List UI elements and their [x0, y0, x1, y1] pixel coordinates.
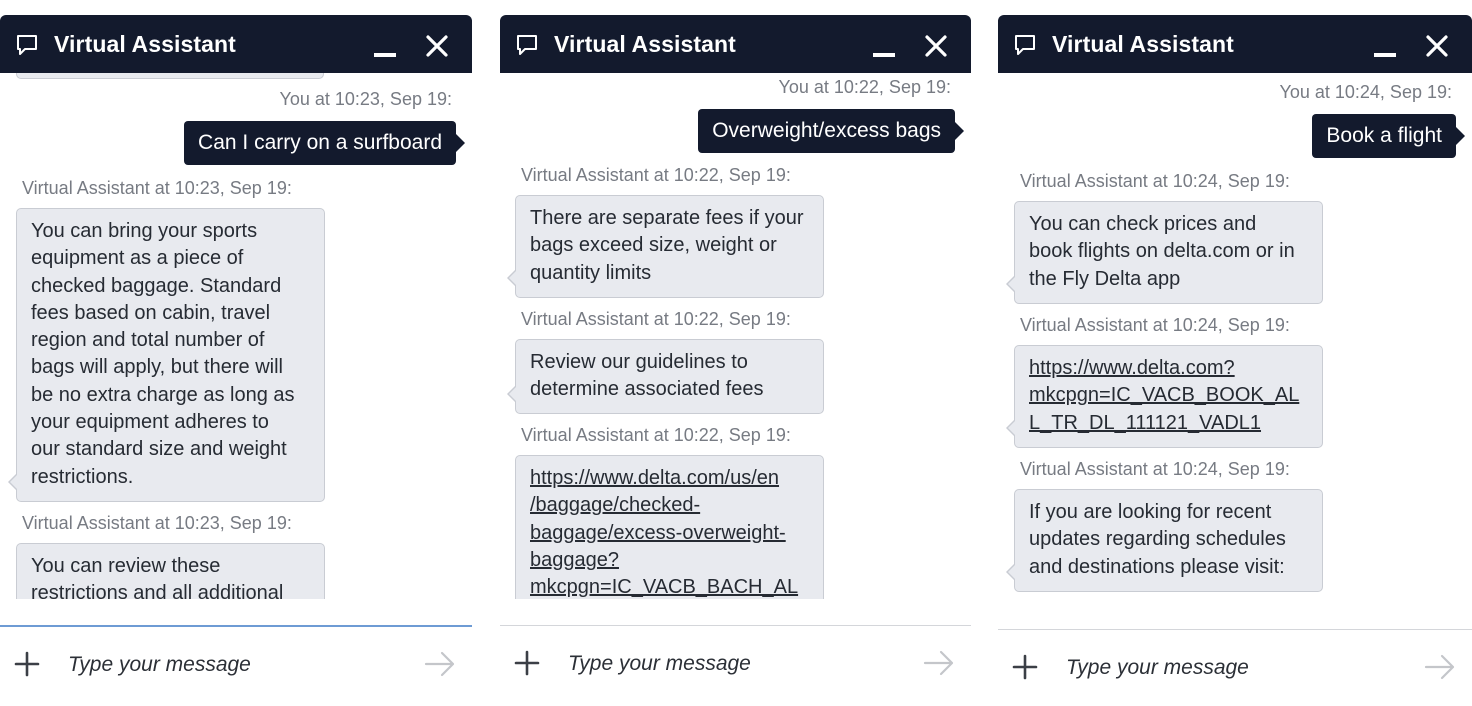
message-meta: Virtual Assistant at 10:22, Sep 19:: [521, 165, 791, 185]
message-meta: You at 10:24, Sep 19:: [1279, 82, 1453, 102]
chat-title: Virtual Assistant: [554, 31, 736, 57]
user-message-bubble: Book a flight: [1312, 114, 1465, 158]
close-icon[interactable]: [1424, 33, 1450, 59]
chat-bubble-icon: [1015, 35, 1035, 55]
message-meta: Virtual Assistant at 10:24, Sep 19:: [1020, 171, 1290, 191]
assistant-message-bubble: You can bring your sports equipment as a…: [8, 208, 325, 502]
message-meta: Virtual Assistant at 10:24, Sep 19:: [1020, 459, 1290, 479]
close-icon[interactable]: [923, 33, 949, 59]
send-arrow-icon[interactable]: [1424, 654, 1456, 680]
minimize-button[interactable]: [1374, 35, 1400, 61]
minimize-icon: [1374, 53, 1396, 57]
message-list[interactable]: You at 10:24, Sep 19: Book a flight Virt…: [998, 73, 1472, 599]
message-input[interactable]: [1066, 650, 1386, 686]
close-icon[interactable]: [424, 33, 450, 59]
message-meta: You at 10:23, Sep 19:: [279, 89, 453, 109]
message-composer: [0, 625, 472, 706]
chat-title: Virtual Assistant: [54, 31, 236, 57]
minimize-button[interactable]: [374, 35, 400, 61]
plus-icon[interactable]: [14, 651, 40, 677]
assistant-message-bubble: You can check prices and book flights on…: [1006, 201, 1323, 304]
message-meta: You at 10:22, Sep 19:: [778, 77, 952, 97]
message-meta: Virtual Assistant at 10:22, Sep 19:: [521, 425, 791, 445]
minimize-icon: [873, 53, 895, 57]
message-composer: [998, 629, 1472, 706]
chat-bubble-icon: [17, 35, 37, 55]
message-meta: Virtual Assistant at 10:22, Sep 19:: [521, 309, 791, 329]
chat-window-2: Virtual Assistant You at 10:22, Sep 19: …: [500, 15, 971, 706]
chat-title: Virtual Assistant: [1052, 31, 1234, 57]
message-input[interactable]: [568, 646, 888, 682]
assistant-link-bubble[interactable]: https://www.delta.com/us/en /baggage/che…: [515, 455, 824, 599]
send-arrow-icon[interactable]: [424, 651, 456, 677]
previous-message-bubble: [16, 73, 324, 79]
message-input[interactable]: [68, 647, 388, 683]
assistant-message-bubble: There are separate fees if your bags exc…: [507, 195, 824, 298]
plus-icon[interactable]: [1012, 654, 1038, 680]
message-meta: Virtual Assistant at 10:23, Sep 19:: [22, 178, 292, 198]
chat-header: Virtual Assistant: [0, 15, 472, 73]
chat-bubble-icon: [517, 35, 537, 55]
message-meta: Virtual Assistant at 10:24, Sep 19:: [1020, 315, 1290, 335]
assistant-link-bubble[interactable]: https://www.delta.com? mkcpgn=IC_VACB_BO…: [1006, 345, 1323, 448]
assistant-message-bubble: Review our guidelines to determine assoc…: [507, 339, 824, 414]
chat-window-1: Virtual Assistant You at 10:23, Sep 19: …: [0, 15, 472, 706]
minimize-button[interactable]: [873, 35, 899, 61]
send-arrow-icon[interactable]: [923, 650, 955, 676]
plus-icon[interactable]: [514, 650, 540, 676]
chat-window-3: Virtual Assistant You at 10:24, Sep 19: …: [998, 15, 1472, 706]
minimize-icon: [374, 53, 396, 57]
message-composer: [500, 625, 971, 706]
assistant-message-bubble: You can review these restrictions and al…: [16, 543, 325, 599]
user-message-bubble: Can I carry on a surfboard: [184, 121, 465, 165]
assistant-message-bubble: If you are looking for recent updates re…: [1006, 489, 1323, 592]
message-list[interactable]: You at 10:22, Sep 19: Overweight/excess …: [500, 73, 971, 599]
message-list[interactable]: You at 10:23, Sep 19: Can I carry on a s…: [0, 73, 472, 599]
chat-header: Virtual Assistant: [998, 15, 1472, 73]
chat-header: Virtual Assistant: [500, 15, 971, 73]
user-message-bubble: Overweight/excess bags: [698, 109, 964, 153]
message-meta: Virtual Assistant at 10:23, Sep 19:: [22, 513, 292, 533]
